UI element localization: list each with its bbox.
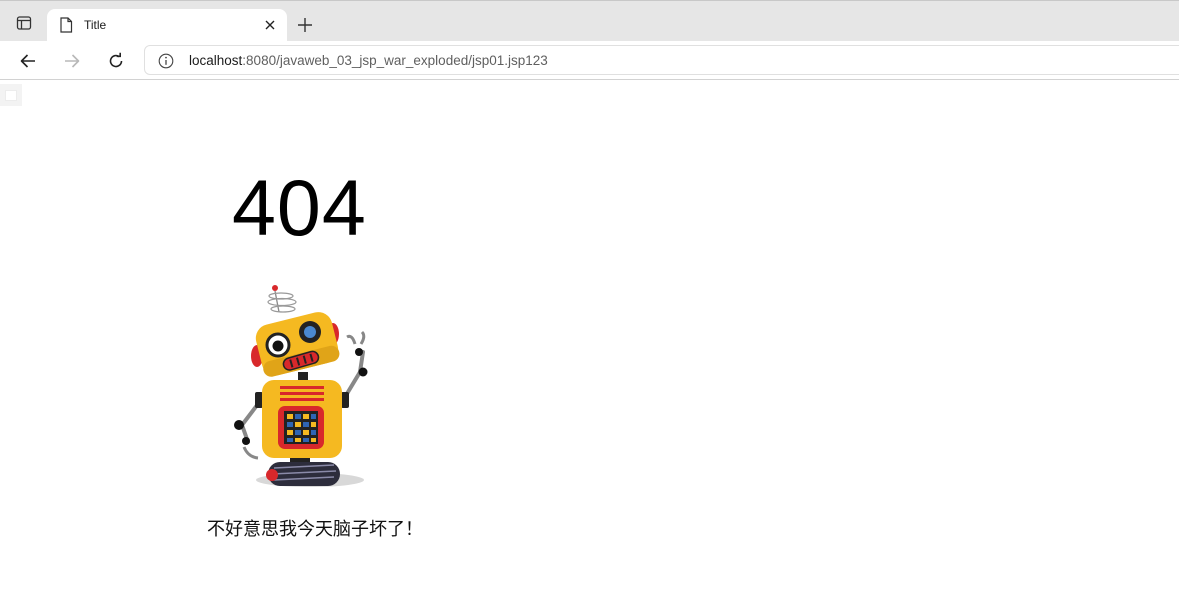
reload-icon: [109, 52, 123, 68]
tab-active[interactable]: Title: [47, 9, 287, 42]
tab-actions-button[interactable]: [8, 9, 40, 37]
broken-image-icon: [5, 90, 17, 101]
back-button[interactable]: [14, 47, 42, 75]
url-path: :8080/javaweb_03_jsp_war_exploded/jsp01.…: [242, 53, 548, 68]
browser-window: Title localhost:8080/javaweb_03_jsp_war_…: [0, 0, 1179, 610]
reload-button[interactable]: [102, 47, 130, 75]
plus-icon: [298, 18, 312, 32]
navigation-toolbar: localhost:8080/javaweb_03_jsp_war_explod…: [0, 41, 1179, 80]
error-message: 不好意思我今天脑子坏了！: [207, 519, 423, 540]
close-icon: [265, 20, 275, 30]
error-code: 404: [232, 163, 367, 252]
robot-illustration: [234, 285, 368, 487]
info-icon[interactable]: [158, 53, 174, 69]
forward-arrow-icon: [65, 54, 80, 68]
tab-title: Title: [84, 18, 107, 32]
tab-actions-icon: [16, 16, 32, 30]
url-text[interactable]: localhost:8080/javaweb_03_jsp_war_explod…: [189, 53, 548, 68]
url-host: localhost: [189, 53, 243, 68]
address-bar[interactable]: localhost:8080/javaweb_03_jsp_war_explod…: [144, 45, 1179, 75]
back-arrow-icon: [20, 54, 35, 68]
page-content: 404 不好意思我今天脑子坏了！: [0, 80, 1179, 610]
broken-image-placeholder: [0, 84, 22, 106]
forward-button[interactable]: [58, 47, 86, 75]
new-tab-button[interactable]: [293, 13, 317, 37]
tab-strip: Title: [0, 0, 1179, 42]
page-icon: [60, 17, 73, 33]
tab-close-button[interactable]: [261, 16, 279, 34]
